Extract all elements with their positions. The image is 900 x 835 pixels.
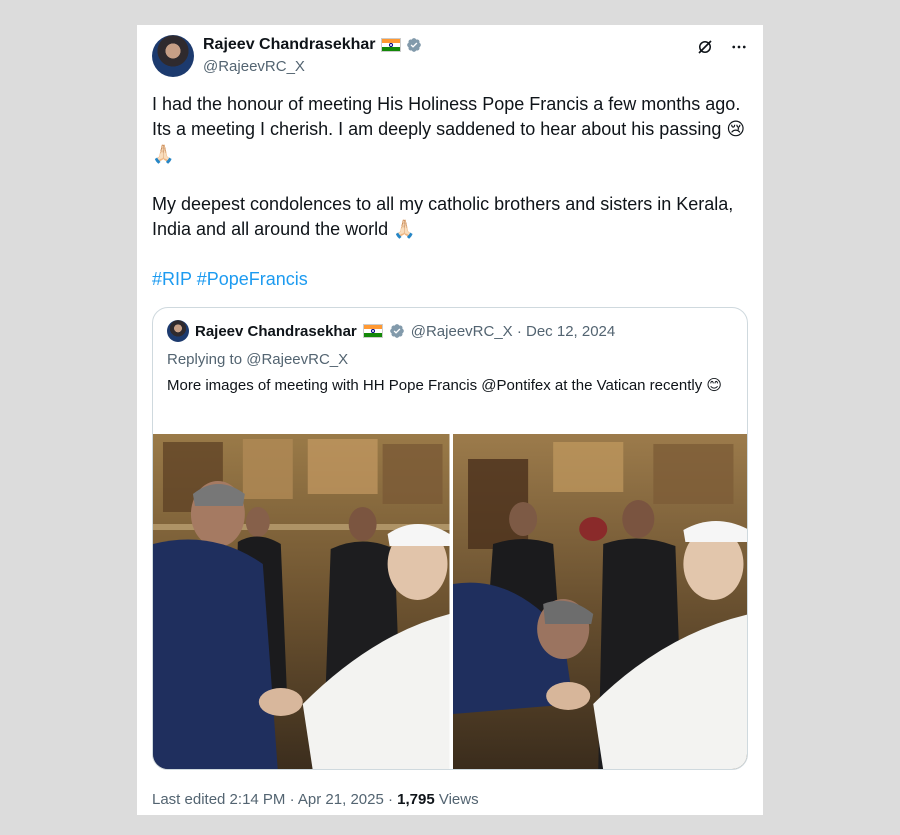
- edited-timestamp[interactable]: Last edited 2:14 PM · Apr 21, 2025 ·: [152, 791, 397, 808]
- quoted-tweet[interactable]: Rajeev Chandrasekhar @RajeevRC_X · Dec 1…: [152, 307, 748, 770]
- more-options-icon[interactable]: [729, 37, 749, 57]
- author-avatar[interactable]: [152, 35, 194, 77]
- tweet-card: Rajeev Chandrasekhar @RajeevRC_X I had t…: [137, 25, 763, 815]
- quoted-photo-2[interactable]: [452, 434, 747, 769]
- india-flag-icon: [362, 324, 383, 338]
- quoted-replying-to: Replying to @RajeevRC_X: [167, 351, 348, 368]
- quoted-meta: @RajeevRC_X · Dec 12, 2024: [410, 322, 616, 340]
- tweet-text: I had the honour of meeting His Holiness…: [152, 92, 752, 317]
- tweet-paragraph-2: My deepest condolences to all my catholi…: [152, 194, 734, 239]
- quoted-photo-1[interactable]: [153, 434, 450, 769]
- quoted-media: [153, 434, 747, 769]
- quoted-avatar[interactable]: [167, 320, 189, 342]
- quoted-author-name[interactable]: Rajeev Chandrasekhar: [195, 323, 357, 340]
- author-handle[interactable]: @RajeevRC_X: [203, 58, 305, 75]
- replying-handle[interactable]: @RajeevRC_X: [246, 351, 348, 368]
- tweet-actions-top: [695, 37, 749, 57]
- author-name[interactable]: Rajeev Chandrasekhar: [203, 36, 376, 54]
- views-count: 1,795: [397, 791, 435, 808]
- verified-badge-icon: [389, 324, 404, 338]
- quoted-header: Rajeev Chandrasekhar @RajeevRC_X · Dec 1…: [167, 320, 615, 342]
- replying-prefix: Replying to: [167, 351, 247, 368]
- tweet-paragraph-1: I had the honour of meeting His Holiness…: [152, 94, 746, 164]
- india-flag-icon: [380, 38, 401, 52]
- grok-icon[interactable]: [695, 37, 715, 57]
- quoted-text: More images of meeting with HH Pope Fran…: [167, 377, 722, 394]
- author-name-row: Rajeev Chandrasekhar: [203, 36, 422, 54]
- tweet-footer: Last edited 2:14 PM · Apr 21, 2025 · 1,7…: [152, 791, 479, 808]
- views-label: Views: [434, 791, 479, 808]
- verified-badge-icon: [406, 38, 421, 52]
- tweet-hashtags[interactable]: #RIP #PopeFrancis: [152, 267, 752, 292]
